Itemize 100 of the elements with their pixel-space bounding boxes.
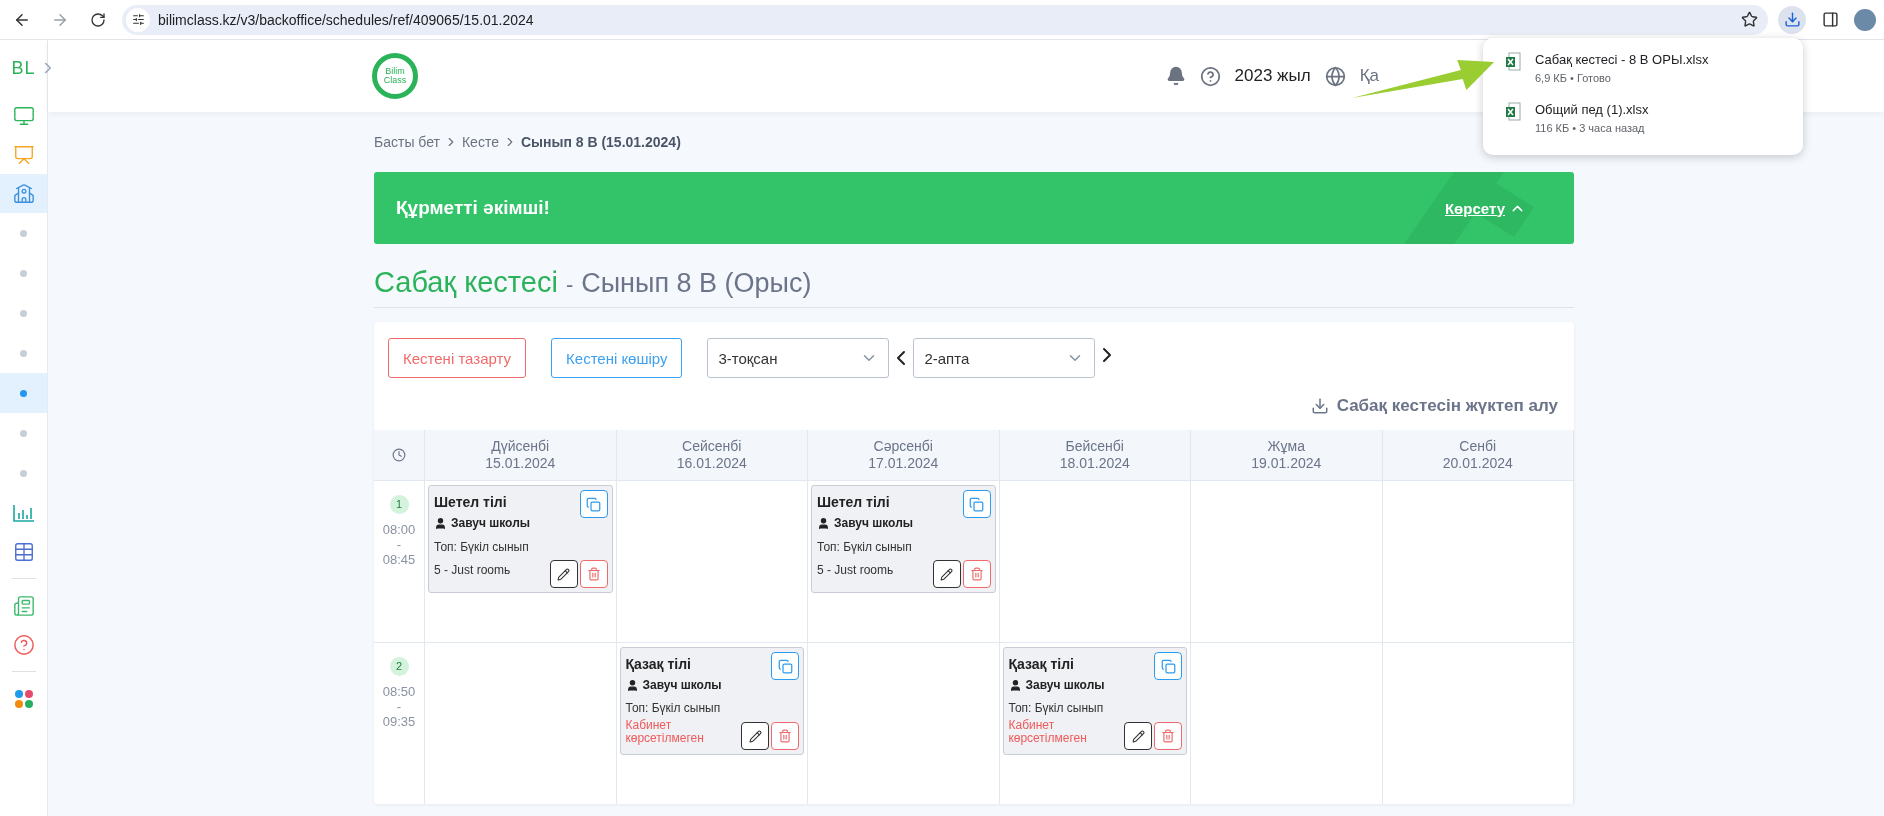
apps-icon[interactable]: [13, 688, 34, 709]
bookmark-star-icon[interactable]: [1741, 11, 1758, 28]
room-label: 5 - Just roomь: [817, 564, 894, 577]
teacher-name: Завуч школы: [1025, 678, 1105, 692]
teacher-name: Завуч школы: [834, 516, 913, 530]
copy-icon: [586, 496, 601, 512]
trash-icon: [1161, 729, 1175, 743]
day-name: Сенбі: [1459, 438, 1497, 455]
sidebar-item[interactable]: [0, 174, 47, 213]
day-date: 18.01.2024: [1059, 455, 1130, 472]
schedule-cell[interactable]: [616, 480, 808, 642]
group-label: Топ: Бүкіл сынып: [1008, 702, 1104, 715]
person-icon: [1008, 678, 1022, 692]
class-title: Сынып 8 В (Орыс): [581, 268, 812, 299]
lesson-card[interactable]: Қазақ тілі Завуч школы Топ: Бүкіл сынып Кабинет көрсетілмеген: [619, 647, 804, 755]
file-info: 6,9 КБ • Готово: [1535, 72, 1612, 84]
copy-icon: [777, 658, 793, 674]
copy-button[interactable]: [962, 490, 991, 518]
year-selector[interactable]: 2023 жыл: [1234, 66, 1311, 86]
copy-button[interactable]: [579, 490, 608, 518]
person-icon: [625, 678, 639, 692]
day-name: Дүйсенбі: [491, 438, 550, 455]
time-dash: -: [396, 537, 402, 552]
end-time: 08:45: [382, 552, 416, 567]
current-page-crumb: Сынып 8 В (15.01.2024): [520, 134, 681, 150]
end-time: 09:35: [382, 714, 416, 729]
newspaper-icon[interactable]: [12, 594, 35, 617]
week-select[interactable]: 2-апта: [913, 338, 1096, 378]
copy-button[interactable]: [1154, 652, 1182, 680]
edit-button[interactable]: [1124, 722, 1152, 750]
schedule-cell[interactable]: Қазақ тілі Завуч школы Топ: Бүкіл сынып Кабинет көрсетілмеген: [999, 642, 1191, 804]
lesson-number: 2: [389, 657, 409, 676]
day-name: Бейсенбі: [1065, 438, 1124, 455]
bar-chart-icon[interactable]: [11, 502, 36, 523]
profile-avatar[interactable]: [1854, 8, 1876, 31]
day-name: Сейсенбі: [682, 438, 742, 455]
presenter-icon[interactable]: [12, 143, 35, 166]
schedule-cell[interactable]: Шетел тілі Завуч школы Топ: Бүкіл сынып 5 - Just roomь: [808, 480, 1000, 642]
address-bar[interactable]: bilimclass.kz/v3/backoffice/schedules/ref/409065/15.01.2024: [122, 4, 1768, 35]
help-icon[interactable]: [12, 633, 35, 656]
day-name: Сәрсенбі: [873, 438, 933, 455]
lesson-card[interactable]: Шетел тілі Завуч школы Топ: Бүкіл сынып 5 - Just roomь: [811, 485, 996, 593]
breadcrumb-link[interactable]: Басты бет: [374, 134, 440, 150]
pencil-icon: [557, 567, 570, 581]
start-time: 08:00: [382, 522, 416, 537]
group-label: Топ: Бүкіл сынып: [625, 702, 721, 715]
breadcrumb-link[interactable]: Кесте: [461, 134, 499, 150]
schedule-cell[interactable]: [1191, 480, 1383, 642]
table-icon[interactable]: [12, 540, 35, 563]
copy-icon: [1160, 658, 1176, 674]
teacher-name: Завуч школы: [642, 678, 722, 692]
page-title: Сабақ кестесі: [374, 266, 558, 299]
edit-button[interactable]: [741, 722, 769, 750]
help-icon[interactable]: [1199, 65, 1221, 87]
url-text: bilimclass.kz/v3/backoffice/schedules/ref/409065/15.01.2024: [158, 11, 535, 28]
day-date: 15.01.2024: [485, 455, 556, 472]
reload-icon: [90, 11, 106, 28]
day-date: 16.01.2024: [676, 455, 747, 472]
subject-name: Шетел тілі: [434, 494, 507, 510]
lesson-card[interactable]: Қазақ тілі Завуч школы Топ: Бүкіл сынып Кабинет көрсетілмеген: [1002, 647, 1187, 755]
trash-icon: [969, 567, 984, 581]
site-info-icon: [131, 13, 145, 26]
day-date: 19.01.2024: [1251, 455, 1322, 472]
schedule-cell[interactable]: [425, 642, 617, 804]
globe-icon[interactable]: [1324, 65, 1346, 87]
trash-icon: [778, 729, 792, 743]
site-info-button[interactable]: [126, 7, 150, 32]
schedule-cell[interactable]: Шетел тілі Завуч школы Топ: Бүкіл сынып 5 - Just roomь: [425, 480, 617, 642]
pencil-icon: [940, 567, 953, 581]
bell-icon[interactable]: [1165, 66, 1186, 86]
monitor-icon[interactable]: [12, 104, 35, 127]
schedule-cell[interactable]: [1382, 480, 1574, 642]
language-selector[interactable]: Қа: [1359, 66, 1379, 86]
spreadsheet-file-icon: [1505, 52, 1521, 72]
file-name: Общий пед (1).xlsx: [1535, 102, 1649, 117]
group-label: Топ: Бүкіл сынып: [434, 541, 529, 554]
lesson-card[interactable]: Шетел тілі Завуч школы Топ: Бүкіл сынып 5 - Just roomь: [428, 485, 613, 593]
quarter-select[interactable]: 3-тоқсан: [707, 338, 890, 378]
copy-button[interactable]: [771, 652, 799, 680]
school-icon[interactable]: [12, 182, 35, 205]
download-schedule-link[interactable]: Сабақ кестесін жүктеп алу: [1310, 396, 1558, 416]
download-item[interactable]: Общий пед (1).xlsx 116 КБ • 3 часа назад: [1497, 96, 1803, 146]
side-panel-icon: [1821, 11, 1839, 28]
schedule-cell[interactable]: [1382, 642, 1574, 804]
banner-title: Құрметті әкімші!: [396, 197, 550, 219]
group-label: Топ: Бүкіл сынып: [817, 541, 912, 554]
download-item[interactable]: Сабақ кестесі - 8 В ОРЫ.xlsx 6,9 КБ • Готово: [1497, 46, 1803, 96]
schedule-cell[interactable]: [999, 480, 1191, 642]
time-dash: -: [396, 699, 402, 714]
subject-name: Қазақ тілі: [1008, 656, 1074, 672]
downloads-button[interactable]: [1778, 5, 1806, 34]
room-label: 5 - Just roomь: [434, 564, 511, 577]
schedule-cell[interactable]: [1191, 642, 1383, 804]
edit-button[interactable]: [932, 560, 961, 588]
edit-button[interactable]: [549, 560, 578, 588]
schedule-cell[interactable]: Қазақ тілі Завуч школы Топ: Бүкіл сынып Кабинет көрсетілмеген: [616, 642, 808, 804]
clock-icon: [392, 448, 406, 462]
room-missing-label: Кабинет көрсетілмеген: [625, 719, 705, 745]
day-date: 20.01.2024: [1442, 455, 1513, 472]
schedule-cell[interactable]: [808, 642, 1000, 804]
